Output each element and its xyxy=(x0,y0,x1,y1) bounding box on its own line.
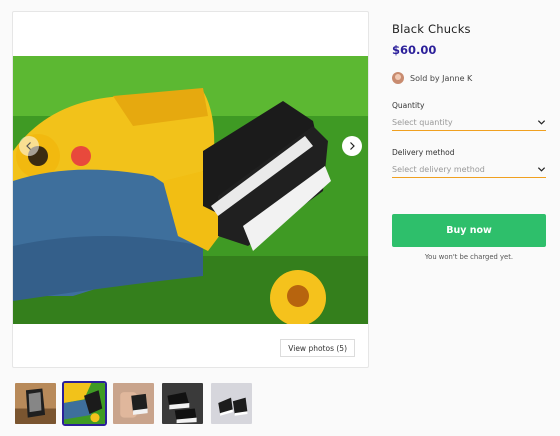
thumbnail-2[interactable] xyxy=(62,381,107,426)
quantity-select[interactable]: Select quantity xyxy=(392,115,546,131)
buy-now-button[interactable]: Buy now xyxy=(392,214,546,247)
seller-info: Sold by Janne K xyxy=(392,72,546,84)
chevron-left-icon xyxy=(26,142,31,150)
seller-name: Sold by Janne K xyxy=(410,73,473,83)
next-photo-button[interactable] xyxy=(342,136,362,156)
thumbnail-strip xyxy=(13,381,254,426)
thumbnail-3[interactable] xyxy=(111,381,156,426)
chevron-right-icon xyxy=(350,142,355,150)
previous-photo-button[interactable] xyxy=(19,136,39,156)
gallery-card: View photos (5) xyxy=(12,11,369,368)
thumbnail-5[interactable] xyxy=(209,381,254,426)
thumbnail-4[interactable] xyxy=(160,381,205,426)
chevron-down-icon xyxy=(537,167,546,172)
delivery-method-select[interactable]: Select delivery method xyxy=(392,162,546,178)
product-title: Black Chucks xyxy=(392,22,471,36)
main-product-photo xyxy=(13,56,368,324)
chevron-down-icon xyxy=(537,120,546,125)
seller-avatar xyxy=(392,72,404,84)
product-price: $60.00 xyxy=(392,43,437,57)
quantity-placeholder: Select quantity xyxy=(392,118,453,127)
delivery-method-placeholder: Select delivery method xyxy=(392,165,485,174)
product-details-panel: Black Chucks $60.00 Sold by Janne K Quan… xyxy=(392,22,546,261)
thumbnail-1[interactable] xyxy=(13,381,58,426)
quantity-label: Quantity xyxy=(392,101,425,110)
delivery-method-label: Delivery method xyxy=(392,148,455,157)
charge-note: You won't be charged yet. xyxy=(424,253,514,261)
view-photos-button[interactable]: View photos (5) xyxy=(280,339,355,357)
